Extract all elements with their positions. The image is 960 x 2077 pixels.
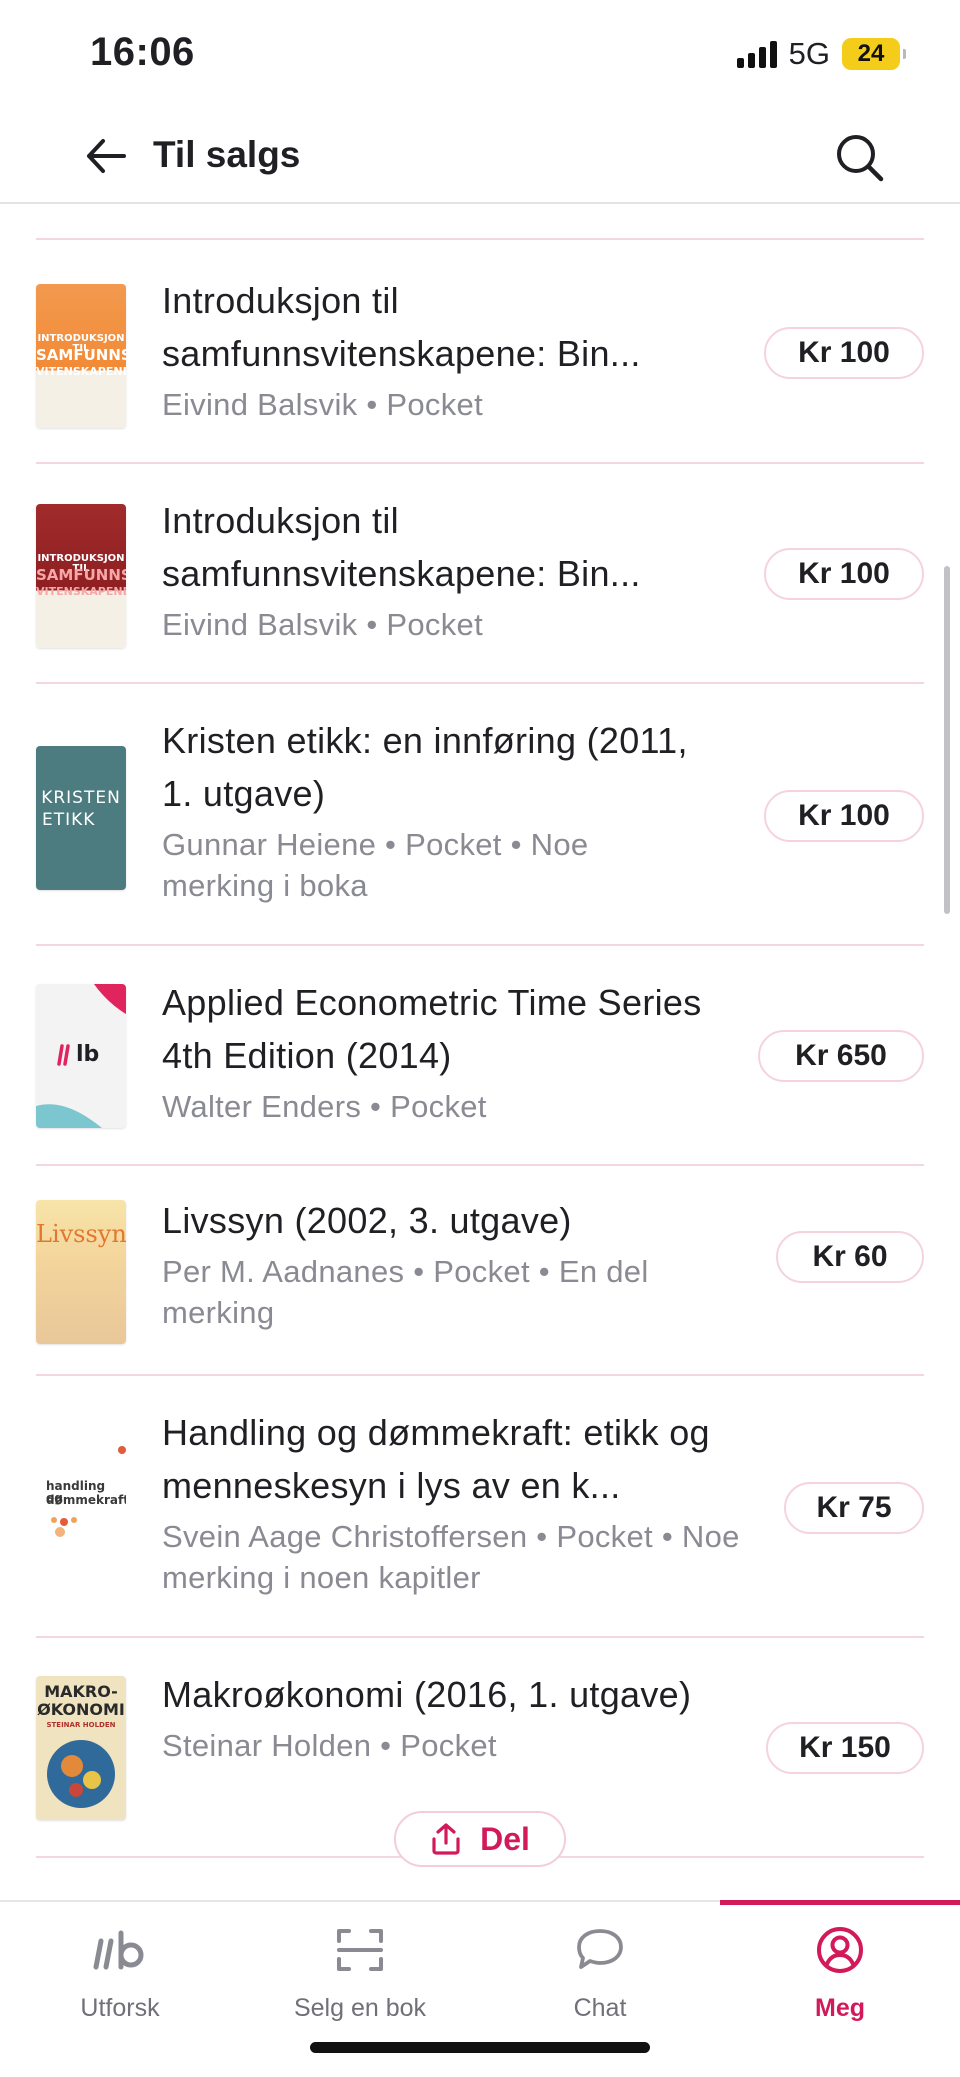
tab-label: Meg [815, 1994, 865, 2022]
list-item[interactable]: INTRODUKSJON TIL SAMFUNNS- VITENSKAPENE … [0, 242, 960, 464]
tab-chat[interactable]: Chat [480, 1902, 720, 2032]
cover-globe-art [47, 1740, 115, 1808]
listing-meta: Svein Aage Christoffersen • Pocket • Noe… [162, 1519, 740, 1595]
cover-dots [51, 1446, 126, 1537]
network-label: 5G [788, 36, 830, 71]
search-icon [837, 135, 884, 182]
status-bar: 16:06 5G 24 [0, 0, 960, 108]
ilb-logo-icon [90, 1922, 150, 1978]
list-item[interactable]: lb Applied Econometric Time Series 4th E… [0, 946, 960, 1166]
book-cover-image: KRISTEN ETIKK [36, 746, 126, 890]
listing-list[interactable]: INTRODUKSJON TIL SAMFUNNS- VITENSKAPENE … [0, 206, 960, 1900]
cover-text: Livssyn [36, 1220, 126, 1248]
tab-label: Chat [573, 1994, 627, 2022]
book-cover-image: INTRODUKSJON TIL SAMFUNNS- VITENSKAPENE [36, 284, 126, 428]
cover-text: ETIKK [42, 810, 96, 830]
listing-title: Applied Econometric Time Series 4th Edit… [162, 982, 702, 1076]
share-icon [432, 1823, 460, 1855]
listing-title: Handling og dømmekraft: etikk og mennesk… [162, 1412, 710, 1506]
signal-icon [736, 40, 777, 68]
listing-text: Makroøkonomi (2016, 1. utgave) Steinar H… [162, 1668, 722, 1766]
list-item[interactable]: KRISTEN ETIKK Kristen etikk: en innførin… [0, 684, 960, 946]
list-item[interactable]: Livssyn Livssyn (2002, 3. utgave) Per M.… [0, 1166, 960, 1376]
listing-meta: Gunnar Heiene • Pocket • Noe merking i b… [162, 827, 589, 903]
listing-text: Applied Econometric Time Series 4th Edit… [162, 976, 722, 1127]
list-item[interactable]: INTRODUKSJON TIL SAMFUNNS- VITENSKAPENE … [0, 464, 960, 684]
price-badge: Kr 150 [766, 1722, 924, 1774]
search-button[interactable] [832, 130, 888, 186]
cover-text: KRISTEN [41, 788, 121, 808]
cover-text: VITENSKAPENE [36, 585, 126, 598]
scan-icon [330, 1922, 390, 1978]
price-badge: Kr 100 [764, 790, 924, 842]
price-badge: Kr 75 [784, 1482, 924, 1534]
cover-text: VITENSKAPENE [36, 365, 126, 378]
battery-icon: 24 [842, 38, 906, 70]
price-badge: Kr 100 [764, 327, 924, 379]
listing-meta: Steinar Holden • Pocket [162, 1728, 497, 1763]
divider [36, 238, 924, 240]
status-time: 16:06 [90, 30, 195, 74]
listing-text: Introduksjon til samfunnsvitenskapene: B… [162, 274, 722, 425]
listing-text: Livssyn (2002, 3. utgave) Per M. Aadnane… [162, 1194, 742, 1333]
price-badge: Kr 60 [776, 1231, 924, 1283]
cover-text: SAMFUNNS- [36, 346, 126, 364]
listing-meta: Per M. Aadnanes • Pocket • En del merkin… [162, 1254, 649, 1330]
scrollbar[interactable] [944, 566, 950, 914]
listing-title: Livssyn (2002, 3. utgave) [162, 1200, 572, 1241]
tab-utforsk[interactable]: Utforsk [0, 1902, 240, 2032]
cover-text: lb [76, 1042, 100, 1067]
listing-title: Introduksjon til samfunnsvitenskapene: B… [162, 280, 641, 374]
listing-meta: Eivind Balsvik • Pocket [162, 607, 483, 642]
profile-icon [810, 1922, 870, 1978]
listing-meta: Walter Enders • Pocket [162, 1089, 487, 1124]
listing-meta: Eivind Balsvik • Pocket [162, 387, 483, 422]
page-title: Til salgs [153, 134, 301, 175]
book-cover-image: handling og dømmekraft [36, 1436, 126, 1580]
arrow-left-icon [87, 139, 126, 173]
price-badge: Kr 100 [764, 548, 924, 600]
price-badge: Kr 650 [758, 1030, 924, 1082]
status-indicators: 5G 24 [736, 36, 906, 72]
tab-label: Utforsk [80, 1994, 160, 2022]
listing-title: Kristen etikk: en innføring (2011, 1. ut… [162, 720, 688, 814]
share-button[interactable]: Del [394, 1811, 566, 1867]
tab-meg[interactable]: Meg [720, 1902, 960, 2032]
share-label: Del [480, 1820, 530, 1857]
cover-text: SAMFUNNS- [36, 566, 126, 584]
back-button[interactable] [80, 130, 132, 182]
header: Til salgs [0, 108, 960, 204]
book-cover-image: lb [36, 984, 126, 1128]
listing-title: Makroøkonomi (2016, 1. utgave) [162, 1674, 692, 1715]
book-cover-image: INTRODUKSJON TIL SAMFUNNS- VITENSKAPENE [36, 504, 126, 648]
listing-text: Kristen etikk: en innføring (2011, 1. ut… [162, 714, 702, 906]
listing-text: Introduksjon til samfunnsvitenskapene: B… [162, 494, 722, 645]
listing-title: Introduksjon til samfunnsvitenskapene: B… [162, 500, 641, 594]
battery-level: 24 [857, 40, 885, 67]
home-indicator [310, 2042, 650, 2053]
tab-selg-en-bok[interactable]: Selg en bok [240, 1902, 480, 2032]
tab-label: Selg en bok [293, 1994, 427, 2022]
listing-text: Handling og dømmekraft: etikk og mennesk… [162, 1406, 742, 1598]
book-cover-image: MAKRO- ØKONOMI STEINAR HOLDEN [36, 1676, 126, 1820]
chat-bubble-icon [570, 1922, 630, 1978]
list-item[interactable]: handling og dømmekraft Handling og dømme… [0, 1376, 960, 1638]
book-cover-image: Livssyn [36, 1200, 126, 1344]
